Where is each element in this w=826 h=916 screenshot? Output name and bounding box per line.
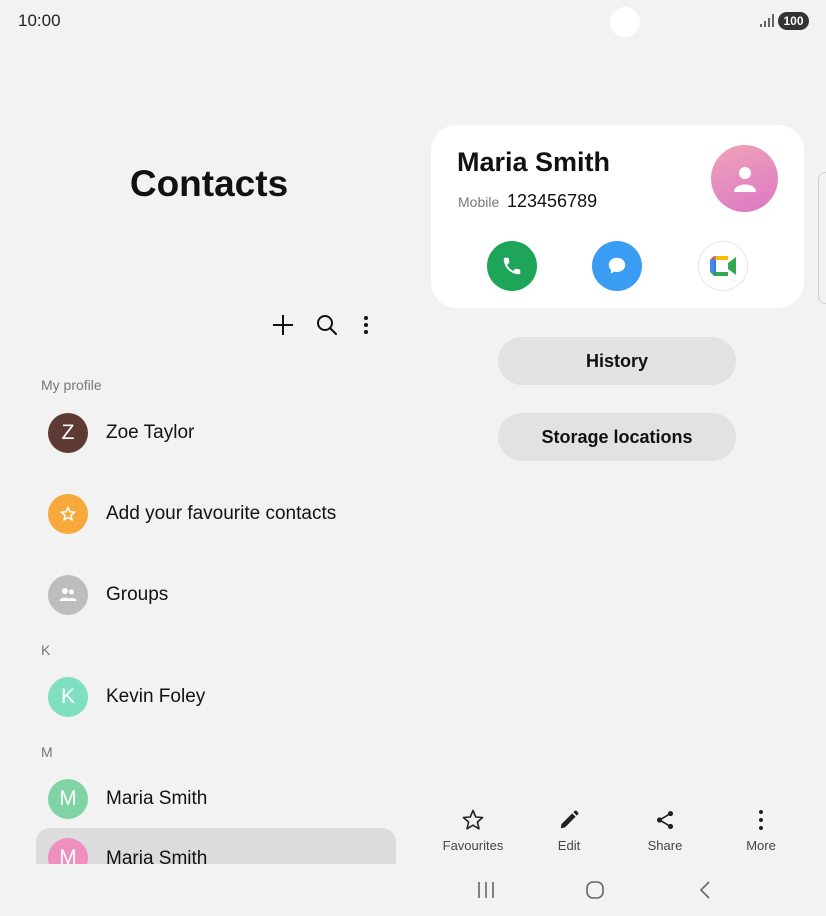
storage-locations-button[interactable]: Storage locations <box>498 413 736 461</box>
contact-photo[interactable] <box>711 145 778 212</box>
share-button[interactable]: Share <box>617 807 713 853</box>
plus-icon <box>273 315 293 335</box>
contact-row[interactable]: M Maria Smith <box>36 763 396 835</box>
star-outline-icon <box>462 809 484 830</box>
history-button[interactable]: History <box>498 337 736 385</box>
section-label-k: K <box>41 642 51 658</box>
more-vertical-icon <box>364 316 368 334</box>
section-label-m: M <box>41 744 53 760</box>
more-label: More <box>746 838 776 853</box>
signal-icon <box>760 14 774 27</box>
star-icon <box>48 494 88 534</box>
pane-resize-handle[interactable] <box>818 172 826 304</box>
status-time: 10:00 <box>18 11 61 30</box>
contact-name: Zoe Taylor <box>106 422 195 443</box>
avatar: M <box>48 838 88 864</box>
contact-name: Maria Smith <box>106 848 208 864</box>
contact-name: Kevin Foley <box>106 686 206 707</box>
add-favourites-row[interactable]: Add your favourite contacts <box>36 478 396 550</box>
more-options-button[interactable] <box>348 307 384 343</box>
message-icon <box>608 257 626 274</box>
back-button[interactable] <box>685 876 725 904</box>
call-button[interactable] <box>487 241 537 291</box>
camera-cutout <box>610 7 640 37</box>
share-icon <box>656 811 674 829</box>
back-icon <box>699 881 710 899</box>
phone-number[interactable]: 123456789 <box>507 191 597 212</box>
contact-row[interactable]: K Kevin Foley <box>36 661 396 733</box>
home-icon <box>586 881 604 899</box>
page-title: Contacts <box>129 163 289 204</box>
detail-contact-name: Maria Smith <box>457 147 611 177</box>
share-label: Share <box>647 838 683 853</box>
avatar: K <box>48 677 88 717</box>
message-button[interactable] <box>592 241 642 291</box>
video-call-button[interactable] <box>698 241 748 291</box>
favourites-label: Add your favourite contacts <box>106 503 337 524</box>
edit-label: Edit <box>557 838 581 853</box>
contact-name: Maria Smith <box>106 788 208 809</box>
more-vertical-icon <box>759 810 763 830</box>
phone-icon <box>503 257 521 275</box>
contact-detail-card: Maria Smith Mobile 123456789 <box>431 125 804 308</box>
search-button[interactable] <box>309 307 345 343</box>
groups-icon <box>48 575 88 615</box>
avatar: Z <box>48 413 88 453</box>
favourites-button[interactable]: Favourites <box>425 807 521 853</box>
favourites-label: Favourites <box>442 838 504 853</box>
groups-row[interactable]: Groups <box>36 559 396 631</box>
add-contact-button[interactable] <box>265 307 301 343</box>
avatar: M <box>48 779 88 819</box>
recents-button[interactable] <box>466 876 506 904</box>
home-button[interactable] <box>575 876 615 904</box>
pencil-icon <box>560 810 579 829</box>
edit-button[interactable]: Edit <box>521 807 617 853</box>
recents-icon <box>478 882 494 898</box>
search-icon <box>317 315 337 335</box>
more-button[interactable]: More <box>713 807 809 853</box>
contact-row-selected[interactable]: M Maria Smith <box>36 828 396 864</box>
groups-label: Groups <box>106 584 169 605</box>
section-label-my-profile: My profile <box>41 377 102 393</box>
phone-type-label: Mobile <box>458 194 500 210</box>
my-profile-row[interactable]: Z Zoe Taylor <box>36 397 396 469</box>
battery-indicator: 100 <box>778 12 809 30</box>
person-icon <box>733 166 756 192</box>
video-call-icon <box>710 256 736 276</box>
